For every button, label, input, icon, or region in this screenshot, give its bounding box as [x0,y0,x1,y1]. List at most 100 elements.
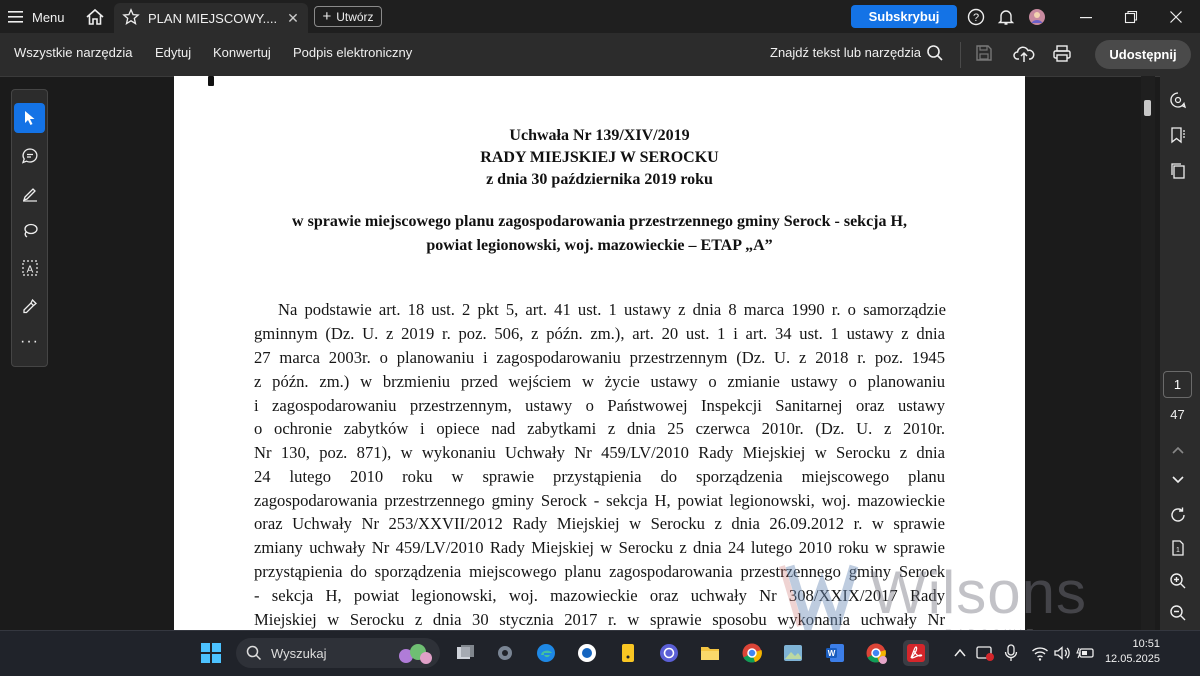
search-highlight-icon [399,644,432,664]
text-box-icon: A [21,260,38,276]
body-line: oraz Uchwały Nr 253/XXVII/2012 Rady Miej… [254,514,945,533]
more-tools-button[interactable]: ··· [14,327,45,357]
body-line: o ochronie zabytków i opiece nad zabytka… [254,419,945,438]
body-line: gminnym (Dz. U. z 2019 r. poz. 506, z pó… [254,324,945,343]
body-line: 27 marca 2003r. o planowaniu i zagospoda… [254,348,945,367]
sticky-notes-icon[interactable] [615,640,641,666]
bell-icon[interactable] [995,6,1017,28]
pen-icon [22,188,37,202]
zoom-out-icon[interactable] [1166,601,1190,625]
toolbar-divider [960,42,961,68]
find-tools-label[interactable]: Znajdź tekst lub narzędzia [770,45,921,60]
comment-icon [21,148,38,164]
cloud-upload-icon[interactable] [1013,44,1035,64]
svg-text:A: A [26,265,33,276]
file-explorer-icon[interactable] [697,640,723,666]
chrome-icon[interactable] [739,640,765,666]
fill-sign-tool-button[interactable] [14,291,45,321]
close-window-icon[interactable] [1165,6,1187,28]
page-fit-icon[interactable]: 1 [1166,536,1190,560]
close-tab-icon[interactable]: ✕ [284,10,302,27]
share-button[interactable]: Udostępnij [1095,40,1191,69]
pdf-page[interactable]: Uchwała Nr 139/XIV/2019 RADY MIEJSKIEJ W… [174,76,1025,636]
wifi-icon[interactable] [1031,644,1049,662]
microphone-icon[interactable] [1003,643,1019,663]
messaging-app-icon[interactable] [574,640,600,666]
star-icon[interactable] [122,7,142,29]
text-box-tool-button[interactable]: A [14,253,45,283]
bookmark-icon[interactable] [1166,123,1190,147]
search-placeholder: Wyszukaj [271,645,327,661]
chevron-down-icon[interactable] [1166,468,1190,492]
save-icon[interactable] [975,44,995,64]
refresh-icon[interactable] [1166,503,1190,527]
signature-pen-icon [22,298,37,314]
copy-pages-icon[interactable] [1166,159,1190,183]
volume-icon[interactable] [1053,644,1071,662]
draw-tool-button[interactable] [14,215,45,245]
menu-button[interactable]: Menu [8,6,65,28]
chevron-up-tray-icon[interactable] [953,646,967,660]
settings-icon[interactable] [492,640,518,666]
help-icon[interactable]: ? [965,6,987,28]
windows-taskbar [0,630,1200,676]
zoom-in-icon[interactable] [1166,569,1190,593]
council-name: RADY MIEJSKIEJ W SEROCKU [480,149,719,166]
toolbar-item-all-tools[interactable]: Wszystkie narzędzia [14,45,132,60]
windows-start-icon[interactable] [198,640,224,666]
highlight-tool-button[interactable] [14,178,45,208]
vertical-scrollbar[interactable] [1141,76,1155,636]
body-line: Miejskiej w Serocku z dnia 30 stycznia 2… [254,610,945,629]
body-line: zmiany uchwały Nr 459/LV/2010 Rady Miejs… [254,538,945,557]
subscribe-button[interactable]: Subskrybuj [851,5,957,28]
current-page-input[interactable]: 1 [1163,371,1192,398]
body-line: z późn. zm.) w brzmieniu przed wejściem … [254,372,945,391]
search-icon[interactable] [926,44,946,64]
svg-text:W: W [828,649,836,658]
chat-app-icon[interactable] [656,640,682,666]
system-clock[interactable]: 10:51 12.05.2025 [1102,637,1160,667]
hamburger-icon [8,11,23,23]
print-icon[interactable] [1052,44,1072,64]
edge-browser-icon[interactable] [533,640,559,666]
chevron-up-icon[interactable] [1166,438,1190,462]
body-line: - sekcja H, powiat legionowski, woj. maz… [254,586,945,605]
body-line: przystąpienia do sporządzenia miejscoweg… [254,562,945,581]
cursor-icon [24,111,34,125]
comment-tool-button[interactable] [14,141,45,171]
toolbar-item-edit[interactable]: Edytuj [155,45,191,60]
task-view-icon[interactable] [452,640,478,666]
tab-title: PLAN MIEJSCOWY.... [148,10,278,26]
resolution-date: z dnia 30 października 2019 roku [486,171,713,188]
clock-time: 10:51 [1132,638,1160,650]
subject-line-2: powiat legionowski, woj. mazowieckie – E… [426,237,773,254]
restore-icon[interactable] [1120,6,1142,28]
photos-app-icon[interactable] [780,640,806,666]
body-line: Nr 130, poz. 871), w wykonaniu Uchwały N… [254,443,945,462]
minimize-icon[interactable] [1075,6,1097,28]
clock-date: 12.05.2025 [1104,653,1160,665]
taskbar-search[interactable]: Wyszukaj [236,638,440,668]
scrollbar-thumb[interactable] [1144,100,1151,116]
plus-icon: + [322,8,332,25]
toolbar-item-convert[interactable]: Konwertuj [213,45,271,60]
avatar[interactable] [1026,6,1048,28]
battery-icon[interactable] [1076,644,1096,662]
create-button[interactable]: + Utwórz [314,6,382,27]
sync-icon[interactable] [975,643,995,663]
body-line: i zagospodarowaniu przestrzennym, ustawy… [254,396,945,415]
acrobat-icon[interactable] [903,640,929,666]
menu-label: Menu [32,9,65,25]
total-pages: 47 [1170,407,1185,422]
resolution-number: Uchwała Nr 139/XIV/2019 [509,127,690,144]
chrome-profile-icon[interactable] [863,640,889,666]
body-line: zagospodarowania przestrzennego gminy Se… [254,491,945,510]
svg-text:1: 1 [1176,547,1180,554]
toolbar-item-e-signature[interactable]: Podpis elektroniczny [293,45,412,60]
home-icon[interactable] [84,6,106,28]
select-tool-button[interactable] [14,103,45,133]
word-icon[interactable]: W [822,640,848,666]
ai-assistant-icon[interactable] [1166,88,1190,112]
document-tab[interactable]: PLAN MIEJSCOWY.... ✕ [114,3,308,33]
body-line: Na podstawie art. 18 ust. 2 pkt 5, art. … [278,300,946,319]
